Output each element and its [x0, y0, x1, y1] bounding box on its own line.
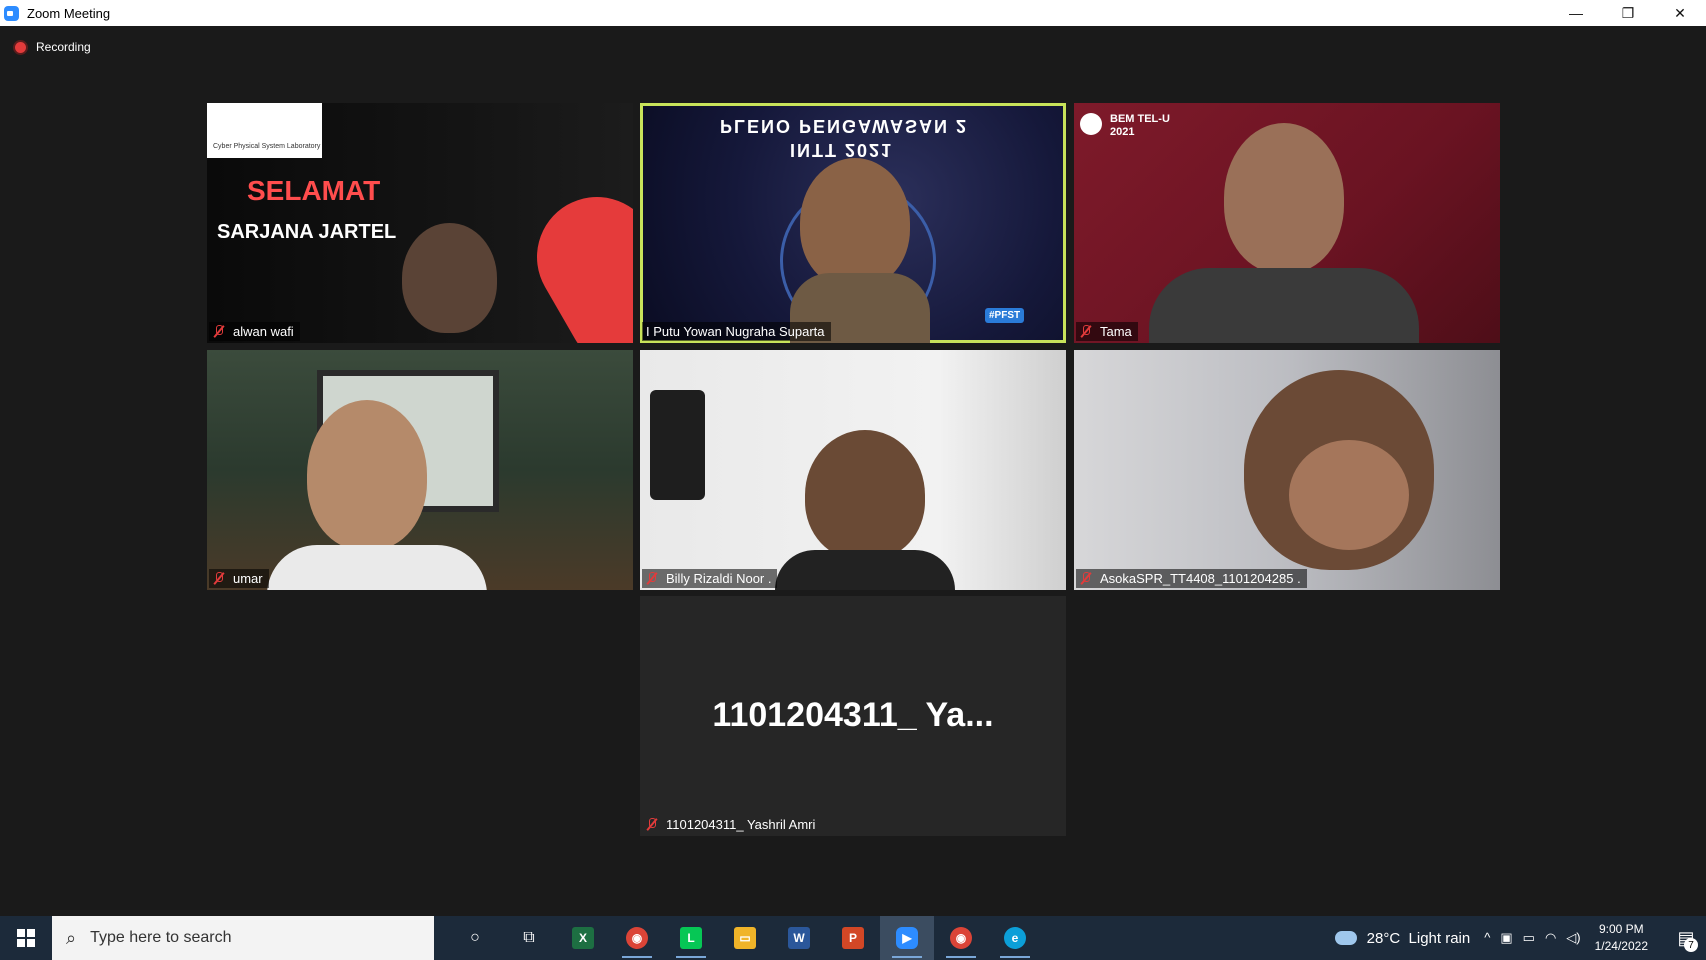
line-icon[interactable]: L [664, 916, 718, 960]
cortana-icon[interactable]: ○ [448, 916, 502, 960]
minimize-button[interactable]: — [1550, 0, 1602, 26]
weather-widget[interactable]: 28°C Light rain [1334, 930, 1470, 947]
participant-shoulders [267, 545, 487, 590]
wifi-icon[interactable]: ◠ [1545, 930, 1556, 946]
clock[interactable]: 9:00 PM 1/24/2022 [1595, 921, 1648, 955]
participant-name-label: Billy Rizaldi Noor . [642, 569, 778, 588]
mic-muted-icon [213, 325, 225, 338]
cloud-rain-icon [1334, 931, 1357, 945]
participant-name-label: Tama [1076, 322, 1138, 341]
notifications-button[interactable]: ▤ 7 [1666, 916, 1706, 960]
volume-icon[interactable]: ◁) [1566, 930, 1580, 946]
participant-name-label: AsokaSPR_TT4408_1101204285 . [1076, 569, 1307, 588]
search-icon: ⌕ [66, 927, 77, 948]
recording-indicator[interactable]: Recording [15, 40, 91, 54]
participant-shoulders [1149, 268, 1419, 343]
participant-video [307, 400, 427, 550]
participant-video [1224, 123, 1344, 273]
taskbar-search[interactable]: ⌕ Type here to search [52, 916, 434, 960]
chrome-profile-icon[interactable]: ◉ [934, 916, 988, 960]
video-tile-billy[interactable]: Billy Rizaldi Noor . [640, 350, 1066, 590]
battery-icon[interactable]: ▭ [1523, 930, 1535, 946]
participant-shoulders [775, 550, 955, 590]
bg-badge-line1: BEM TEL-U [1110, 113, 1170, 125]
participant-name-label: umar [209, 569, 269, 588]
zoom-icon[interactable]: ▶ [880, 916, 934, 960]
video-tile-alwan[interactable]: Cyber Physical System Laboratory SELAMAT… [207, 103, 633, 343]
chevron-up-icon[interactable]: ^ [1484, 930, 1490, 946]
participant-name-label: I Putu Yowan Nugraha Suparta [642, 322, 831, 341]
windows-logo-icon [17, 929, 35, 947]
close-button[interactable]: ✕ [1654, 0, 1706, 26]
video-tile-putu[interactable]: PLENO PENGAWASAN 2 INTT 2021 #PFST I Put… [640, 103, 1066, 343]
bg-jacket [650, 390, 705, 500]
task-view-icon[interactable]: ⧉ [502, 916, 556, 960]
mic-muted-icon [646, 572, 658, 585]
powerpoint-icon[interactable]: P [826, 916, 880, 960]
chrome-icon[interactable]: ◉ [610, 916, 664, 960]
mic-muted-icon [1080, 325, 1092, 338]
search-placeholder: Type here to search [90, 929, 232, 946]
participant-display-name: 1101204311_ Ya... [712, 696, 994, 734]
excel-icon[interactable]: X [556, 916, 610, 960]
clock-time: 9:00 PM [1598, 922, 1644, 936]
bg-headline: SELAMAT [247, 175, 381, 206]
title-bar: Zoom Meeting — ❐ ✕ [0, 0, 1706, 26]
video-tile-umar[interactable]: umar [207, 350, 633, 590]
video-tile-tama[interactable]: BEM TEL-U 2021 Tama [1074, 103, 1500, 343]
video-tile-asoka[interactable]: AsokaSPR_TT4408_1101204285 . [1074, 350, 1500, 590]
system-tray: 28°C Light rain ^ ▣ ▭ ◠ ◁) 9:00 PM 1/24/… [1334, 916, 1706, 960]
participant-face [1289, 440, 1409, 550]
lab-text: Cyber Physical System Laboratory [213, 143, 321, 150]
mic-muted-icon [646, 818, 658, 831]
window-title: Zoom Meeting [27, 5, 111, 21]
participant-video [805, 430, 925, 560]
taskbar: ⌕ Type here to search ○ ⧉ X ◉ L ▭ W P ▶ … [0, 916, 1706, 960]
edge-icon[interactable]: e [988, 916, 1042, 960]
bg-subline: SARJANA JARTEL [217, 221, 397, 243]
window-controls: — ❐ ✕ [1550, 0, 1706, 26]
participant-video [402, 223, 497, 333]
bg-headline: PLENO PENGAWASAN 2 [720, 116, 969, 136]
word-icon[interactable]: W [772, 916, 826, 960]
bg-graphic [515, 175, 633, 343]
video-tile-yashril[interactable]: 1101204311_ Ya... 1101204311_ Yashril Am… [640, 596, 1066, 836]
bg-badge: #PFST [985, 308, 1025, 323]
meet-now-icon[interactable]: ▣ [1500, 930, 1512, 946]
participant-video [800, 158, 910, 288]
participant-name-label: alwan wafi [209, 322, 300, 341]
zoom-app-icon [4, 5, 19, 21]
mic-muted-icon [1080, 572, 1092, 585]
tray-icons: ^ ▣ ▭ ◠ ◁) [1484, 930, 1580, 946]
notification-count: 7 [1684, 938, 1698, 952]
clock-date: 1/24/2022 [1594, 939, 1648, 953]
bg-badge-line2: 2021 [1110, 126, 1135, 138]
start-button[interactable] [0, 916, 52, 960]
participant-name-label: 1101204311_ Yashril Amri [642, 815, 821, 834]
bem-logo-icon [1080, 113, 1102, 135]
recording-dot-icon [15, 41, 26, 53]
file-explorer-icon[interactable]: ▭ [718, 916, 772, 960]
meeting-area: Recording Cyber Physical System Laborato… [0, 26, 1706, 916]
bg-subline: INTT 2021 [790, 140, 894, 160]
mic-muted-icon [213, 572, 225, 585]
restore-button[interactable]: ❐ [1602, 0, 1654, 26]
recording-label: Recording [36, 40, 91, 54]
